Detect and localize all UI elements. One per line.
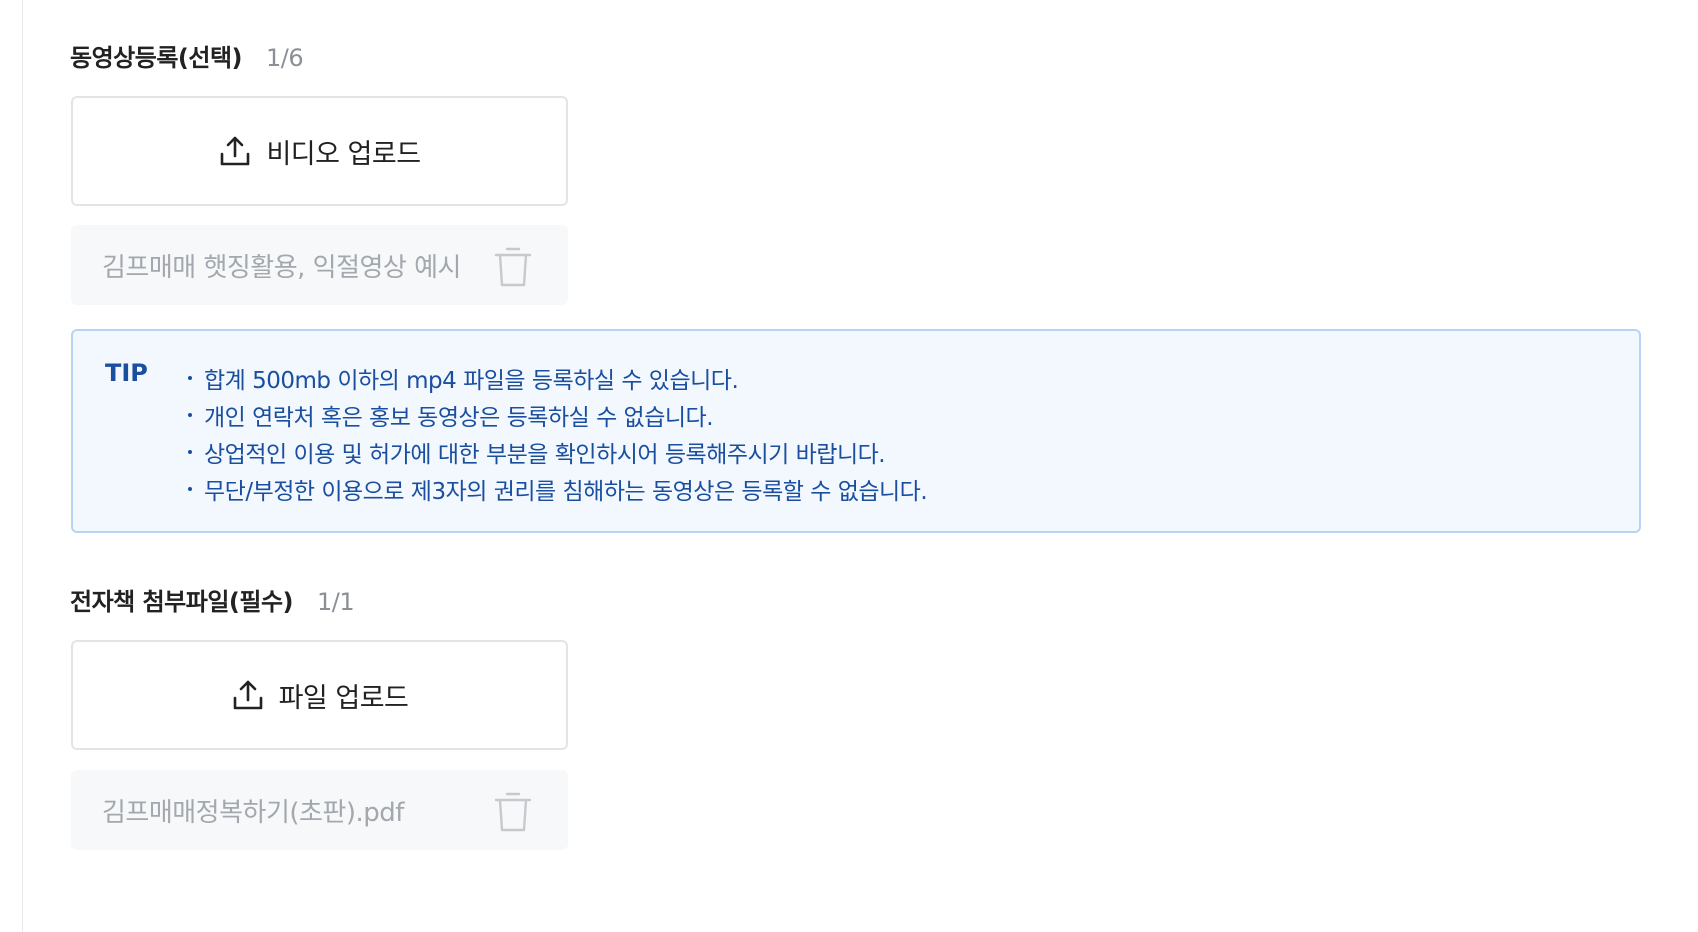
upload-icon (231, 678, 265, 712)
video-file-name: 김프매매 햇징활용, 익절영상 예시 (102, 252, 461, 283)
video-upload-button[interactable]: 비디오 업로드 (71, 96, 568, 206)
tip-item: 무단/부정한 이용으로 제3자의 권리를 침해하는 동영상은 등록할 수 없습니… (188, 470, 928, 507)
bullet-icon (188, 449, 192, 454)
tip-item-text: 상업적인 이용 및 허가에 대한 부분을 확인하시어 등록해주시기 바랍니다. (204, 441, 886, 468)
file-upload-label: 파일 업로드 (278, 682, 409, 714)
ebook-section-title: 전자책 첨부파일(필수) 1/1 (70, 582, 355, 617)
tip-item: 개인 연락처 혹은 홍보 동영상은 등록하실 수 없습니다. (188, 396, 927, 433)
tip-label: TIP (105, 359, 148, 387)
tip-box: TIP 합계 500mb 이하의 mp4 파일을 등록하실 수 있습니다. 개인… (71, 329, 1641, 533)
bullet-icon (188, 486, 192, 491)
upload-icon (218, 134, 252, 168)
page: 동영상등록(선택) 1/6 비디오 업로드 김프매매 햇징활용, 익절영상 예시… (0, 0, 1698, 932)
bullet-icon (188, 412, 192, 417)
trash-icon[interactable] (493, 788, 533, 834)
tip-item-text: 합계 500mb 이하의 mp4 파일을 등록하실 수 있습니다. (204, 367, 739, 394)
video-section-label: 동영상등록(선택) (70, 44, 243, 72)
video-count: 1/6 (266, 44, 304, 72)
ebook-section-label: 전자책 첨부파일(필수) (70, 588, 294, 616)
tip-item: 합계 500mb 이하의 mp4 파일을 등록하실 수 있습니다. (188, 359, 927, 396)
tip-item-text: 무단/부정한 이용으로 제3자의 권리를 침해하는 동영상은 등록할 수 없습니… (204, 478, 928, 505)
tip-list: 합계 500mb 이하의 mp4 파일을 등록하실 수 있습니다. 개인 연락처… (188, 359, 928, 507)
ebook-file-item: 김프매매정복하기(초판).pdf (71, 770, 568, 850)
file-upload-button[interactable]: 파일 업로드 (71, 640, 568, 750)
left-divider (22, 0, 23, 932)
ebook-file-name: 김프매매정복하기(초판).pdf (102, 797, 404, 828)
video-file-item: 김프매매 햇징활용, 익절영상 예시 (71, 225, 568, 305)
trash-icon[interactable] (493, 243, 533, 289)
tip-item: 상업적인 이용 및 허가에 대한 부분을 확인하시어 등록해주시기 바랍니다. (188, 433, 927, 470)
video-section-title: 동영상등록(선택) 1/6 (70, 38, 304, 73)
tip-item-text: 개인 연락처 혹은 홍보 동영상은 등록하실 수 없습니다. (204, 404, 714, 431)
video-upload-label: 비디오 업로드 (266, 138, 421, 170)
ebook-count: 1/1 (317, 588, 355, 616)
bullet-icon (188, 375, 192, 380)
